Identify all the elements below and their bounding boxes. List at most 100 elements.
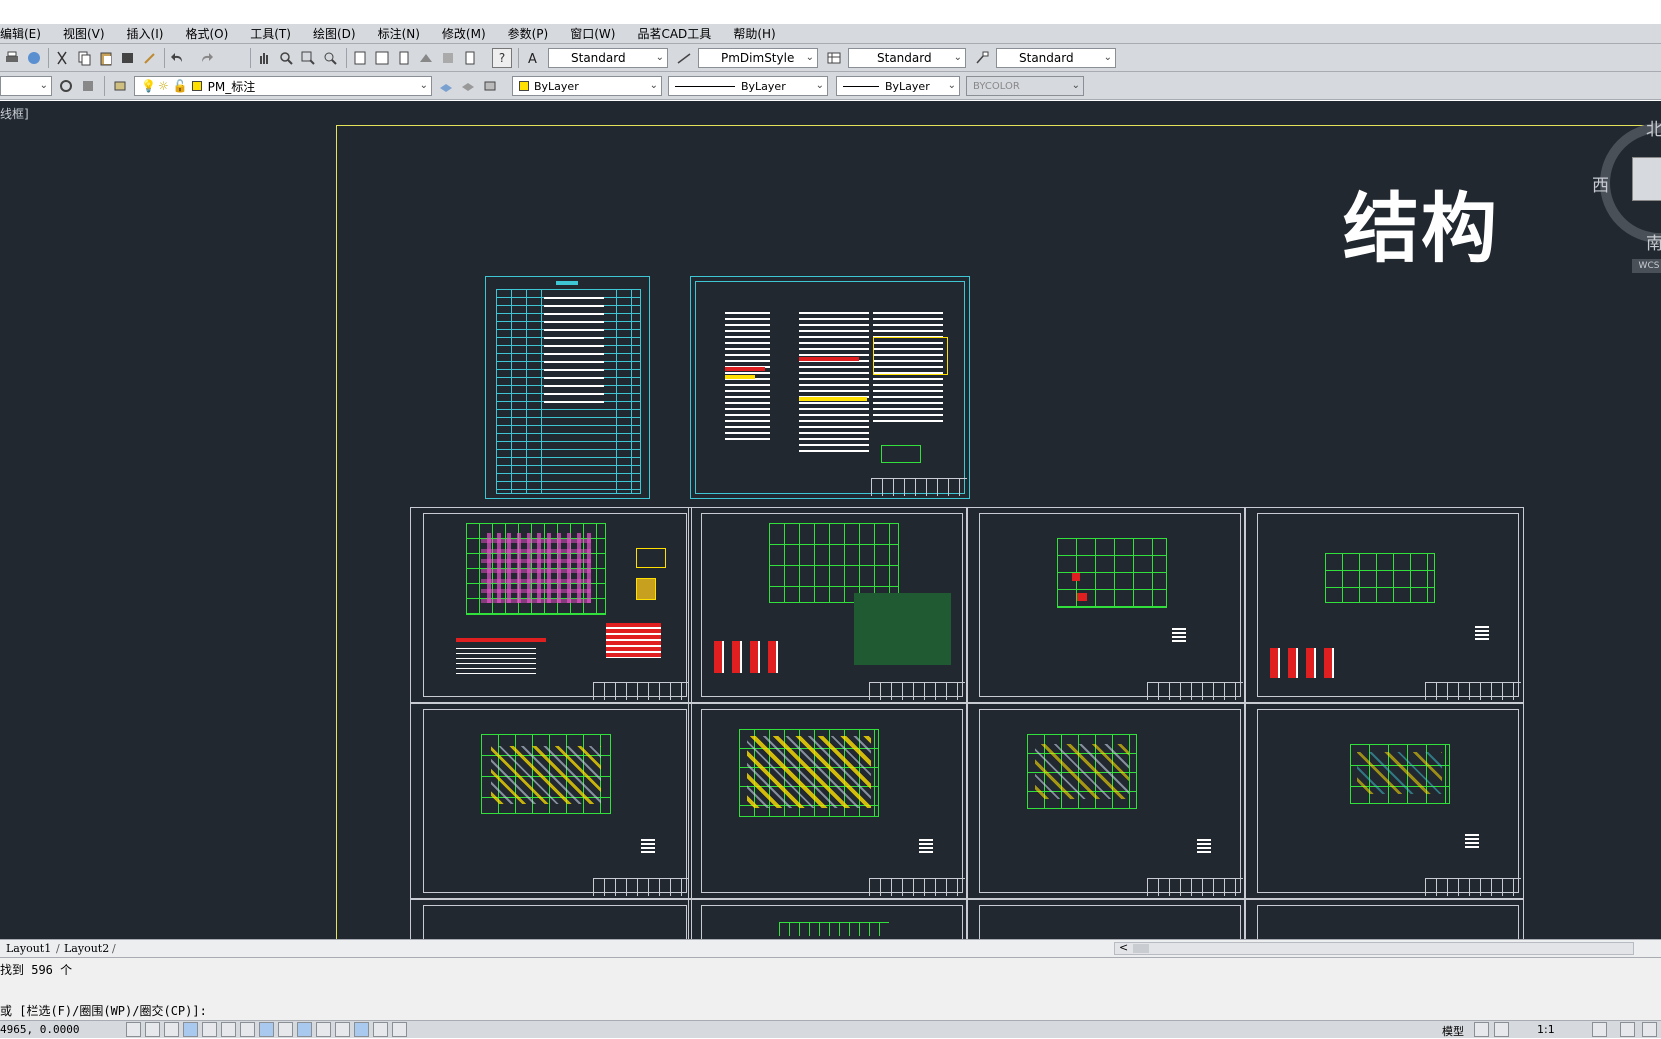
sheet-row3-1[interactable]: [410, 899, 692, 939]
3d-object-snap-toggle[interactable]: [240, 1022, 255, 1037]
annotation-visibility-icon[interactable]: [1592, 1022, 1607, 1037]
quick-properties-toggle[interactable]: [354, 1022, 369, 1037]
menu-pinming-tools[interactable]: 品茗CAD工具: [626, 25, 722, 42]
drawing-canvas[interactable]: 线框] 结构 北 西 南 WCS: [0, 101, 1661, 939]
dim-style-select[interactable]: PmDimStyle ⌄: [698, 48, 818, 68]
multileader-style-icon[interactable]: [972, 48, 992, 68]
table-style-icon[interactable]: [824, 48, 844, 68]
viewcube-north-label[interactable]: 北: [1646, 115, 1661, 140]
linetype-control-select[interactable]: ByLayer ⌄: [668, 76, 828, 96]
object-snap-tracking-toggle[interactable]: [259, 1022, 274, 1037]
paste-icon[interactable]: [96, 48, 116, 68]
publish-icon[interactable]: [24, 48, 44, 68]
annotation-monitor-toggle[interactable]: [392, 1022, 407, 1037]
match-properties-icon[interactable]: [118, 48, 138, 68]
sheet-beam-plan-1[interactable]: [966, 507, 1246, 703]
sheet-row3-2[interactable]: [688, 899, 968, 939]
text-style-select[interactable]: Standard ⌄: [548, 48, 668, 68]
workspace-save-icon[interactable]: [78, 76, 98, 96]
sheet-row3-3[interactable]: [966, 899, 1246, 939]
viewcube-face[interactable]: [1632, 157, 1661, 201]
sheet-roof-plan[interactable]: [1244, 703, 1524, 899]
zoom-previous-icon[interactable]: [320, 48, 340, 68]
layer-states-icon[interactable]: [480, 76, 500, 96]
polar-tracking-toggle[interactable]: [202, 1022, 217, 1037]
horizontal-scrollbar[interactable]: <: [1114, 941, 1634, 955]
sheet-beam-plan-2[interactable]: [1244, 507, 1524, 703]
multileader-style-select[interactable]: Standard ⌄: [996, 48, 1116, 68]
settings-gear-icon[interactable]: [1642, 1022, 1657, 1037]
menu-format[interactable]: 格式(O): [174, 25, 239, 42]
color-control-select[interactable]: ByLayer ⌄: [512, 76, 662, 96]
cut-icon[interactable]: [52, 48, 72, 68]
wcs-menu[interactable]: WCS: [1632, 259, 1661, 273]
command-window[interactable]: 找到 596 个 或 [栏选(F)/圈围(WP)/圈交(CP)]:: [0, 957, 1661, 1021]
menu-dimension[interactable]: 标注(N): [367, 25, 431, 42]
menu-insert[interactable]: 插入(I): [116, 25, 175, 42]
menu-parametric[interactable]: 参数(P): [497, 25, 560, 42]
viewcube-west-label[interactable]: 西: [1592, 171, 1609, 196]
text-style-icon[interactable]: A: [524, 48, 544, 68]
menu-view[interactable]: 视图(V): [52, 25, 116, 42]
pan-icon[interactable]: [254, 48, 274, 68]
calculator-icon[interactable]: [460, 48, 480, 68]
layout-view-icon[interactable]: [1494, 1022, 1509, 1037]
model-view-icon[interactable]: [1474, 1022, 1489, 1037]
tab-layout2[interactable]: Layout2: [64, 942, 109, 955]
sheet-slab-plan-3[interactable]: [966, 703, 1246, 899]
help-icon[interactable]: ?: [492, 48, 512, 68]
sheet-foundation-plan[interactable]: [410, 507, 692, 703]
tab-layout1[interactable]: Layout1: [6, 942, 51, 955]
zoom-window-icon[interactable]: [298, 48, 318, 68]
coordinate-readout[interactable]: 4965, 0.0000: [0, 1023, 79, 1036]
workspace-settings-icon[interactable]: [56, 76, 76, 96]
layer-previous-icon[interactable]: [458, 76, 478, 96]
snap-mode-toggle[interactable]: [145, 1022, 160, 1037]
workspace-select[interactable]: ⌄: [0, 76, 52, 96]
sheet-row3-4[interactable]: [1244, 899, 1524, 939]
menu-tools[interactable]: 工具(T): [239, 25, 302, 42]
viewport-visual-style-label[interactable]: 线框]: [0, 105, 29, 122]
sheet-design-notes[interactable]: [690, 276, 970, 499]
design-center-icon[interactable]: [372, 48, 392, 68]
make-current-layer-icon[interactable]: [436, 76, 456, 96]
lineweight-control-select[interactable]: ByLayer ⌄: [836, 76, 960, 96]
markup-icon[interactable]: [438, 48, 458, 68]
infer-constraints-toggle[interactable]: [126, 1022, 141, 1037]
layer-select[interactable]: 💡 ☼ 🔓 PM_标注 ⌄: [134, 76, 432, 96]
brush-icon[interactable]: [140, 48, 160, 68]
menu-draw[interactable]: 绘图(D): [302, 25, 367, 42]
zoom-realtime-icon[interactable]: [276, 48, 296, 68]
plot-icon[interactable]: [2, 48, 22, 68]
sheet-column-plan[interactable]: [688, 507, 968, 703]
layer-properties-icon[interactable]: [110, 76, 130, 96]
scroll-thumb[interactable]: [1133, 944, 1149, 953]
dynamic-ucs-toggle[interactable]: [278, 1022, 293, 1037]
dim-style-icon[interactable]: [674, 48, 694, 68]
sheet-slab-plan-1[interactable]: [410, 703, 692, 899]
undo-icon[interactable]: [168, 48, 188, 68]
sheet-set-icon[interactable]: [416, 48, 436, 68]
transparency-toggle[interactable]: [335, 1022, 350, 1037]
model-space-label[interactable]: 模型: [1442, 1023, 1464, 1039]
menu-modify[interactable]: 修改(M): [431, 25, 497, 42]
dynamic-input-toggle[interactable]: [297, 1022, 312, 1037]
annotation-scale[interactable]: 1:1: [1537, 1023, 1555, 1036]
table-style-select[interactable]: Standard ⌄: [848, 48, 966, 68]
workspace-switching-icon[interactable]: [1620, 1022, 1635, 1037]
lineweight-toggle[interactable]: [316, 1022, 331, 1037]
redo-icon[interactable]: [196, 48, 216, 68]
menu-help[interactable]: 帮助(H): [722, 25, 786, 42]
ortho-mode-toggle[interactable]: [183, 1022, 198, 1037]
properties-icon[interactable]: [350, 48, 370, 68]
sheet-drawing-list[interactable]: [485, 276, 650, 499]
object-snap-toggle[interactable]: [221, 1022, 236, 1037]
selection-cycling-toggle[interactable]: [373, 1022, 388, 1037]
sheet-slab-plan-2[interactable]: [688, 703, 968, 899]
tool-palette-icon[interactable]: [394, 48, 414, 68]
grid-display-toggle[interactable]: [164, 1022, 179, 1037]
command-prompt[interactable]: 或 [栏选(F)/圈围(WP)/圈交(CP)]:: [0, 1002, 207, 1019]
menu-window[interactable]: 窗口(W): [559, 25, 626, 42]
copy-icon[interactable]: [74, 48, 94, 68]
viewcube-south-label[interactable]: 南: [1646, 229, 1661, 254]
